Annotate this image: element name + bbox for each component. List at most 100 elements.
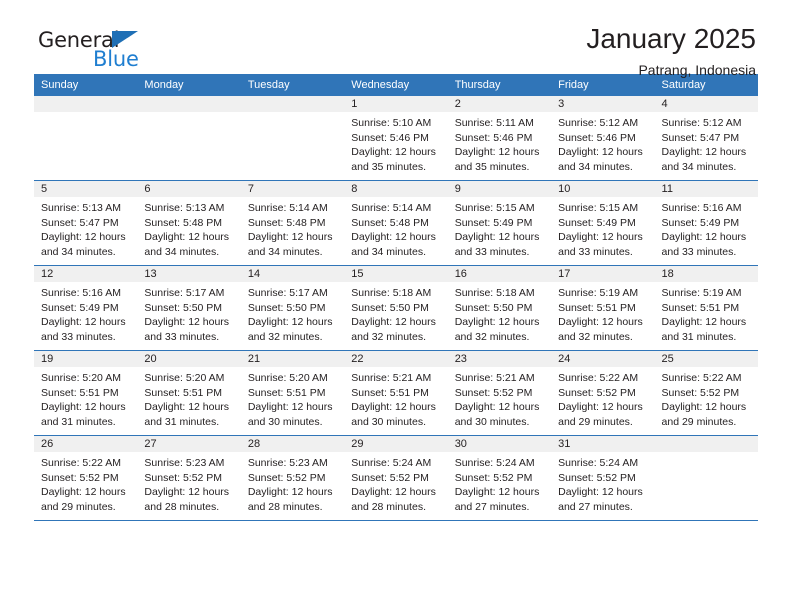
day-daylight-1-text: Daylight: 12 hours (41, 231, 126, 244)
day-sunset-text: Sunset: 5:52 PM (454, 386, 533, 399)
day-sunrise-text: Sunrise: 5:19 AM (558, 287, 639, 299)
calendar-day-cell[interactable]: 31 Sunrise: 5:24 AM Sunset: 5:52 PM Dayligh… (551, 435, 655, 520)
day-daylight-2-text: and 34 minutes. (247, 245, 323, 258)
calendar-day-cell[interactable]: 5 Sunrise: 5:13 AM Sunset: 5:47 PM Daylight… (34, 180, 138, 266)
day-sunrise-text: Sunrise: 5:17 AM (144, 287, 225, 299)
day-daylight-1-text: Daylight: 12 hours (558, 231, 643, 244)
day-daylight-2-text: and 30 minutes. (351, 415, 426, 428)
day-daylight-2-text: and 33 minutes. (454, 245, 530, 258)
day-sunset-text: Sunset: 5:52 PM (247, 471, 326, 484)
calendar-body: 1 Sunrise: 5:10 AM Sunset: 5:46 PM Daylight… (34, 96, 758, 520)
day-daylight-1-text: Daylight: 12 hours (454, 486, 540, 499)
day-daylight-1-text: Daylight: 12 hours (661, 231, 747, 244)
calendar-day-cell[interactable]: 10 Sunrise: 5:15 AM Sunset: 5:49 PM Dayligh… (551, 180, 655, 266)
day-daylight-2-text: and 27 minutes. (558, 500, 633, 513)
title-block: January 2025 Patrang, Indonesia (586, 22, 756, 80)
weekday-header-monday: Monday (137, 74, 241, 96)
calendar-day-cell[interactable]: 15 Sunrise: 5:18 AM Sunset: 5:50 PM Dayligh… (344, 265, 448, 351)
calendar-day-cell[interactable]: 7 Sunrise: 5:14 AM Sunset: 5:48 PM Daylight… (240, 180, 345, 266)
day-sunrise-text: Sunrise: 5:13 AM (144, 202, 225, 214)
day-sunrise-text: Sunrise: 5:23 AM (247, 457, 328, 469)
day-daylight-2-text: and 33 minutes. (558, 245, 633, 258)
calendar-day-cell[interactable]: 26 Sunrise: 5:22 AM Sunset: 5:52 PM Dayligh… (34, 435, 138, 520)
calendar-day-cell[interactable]: 2 Sunrise: 5:11 AM Sunset: 5:46 PM Daylight… (447, 96, 552, 181)
day-sunset-text: Sunset: 5:49 PM (41, 301, 119, 314)
day-number: 8 (344, 181, 448, 197)
day-sunset-text: Sunset: 5:46 PM (454, 131, 533, 144)
day-number: 7 (240, 181, 345, 197)
day-daylight-1-text: Daylight: 12 hours (144, 231, 230, 244)
page-header: General Blue January 2025 Patrang, Indon… (34, 0, 758, 78)
day-daylight-1-text: Daylight: 12 hours (454, 146, 540, 159)
calendar-day-cell[interactable]: 6 Sunrise: 5:13 AM Sunset: 5:48 PM Daylight… (137, 180, 241, 266)
day-number: 28 (240, 436, 345, 452)
day-daylight-2-text: and 31 minutes. (41, 415, 116, 428)
day-daylight-2-text: and 30 minutes. (247, 415, 323, 428)
day-daylight-2-text: and 32 minutes. (454, 330, 530, 343)
calendar-day-cell[interactable]: 22 Sunrise: 5:21 AM Sunset: 5:51 PM Dayligh… (344, 350, 448, 436)
calendar-day-cell[interactable]: 20 Sunrise: 5:20 AM Sunset: 5:51 PM Dayligh… (137, 350, 241, 436)
day-daylight-2-text: and 29 minutes. (41, 500, 116, 513)
day-details: Sunrise: 5:18 AM Sunset: 5:50 PM Daylight:… (344, 282, 447, 344)
day-details: Sunrise: 5:22 AM Sunset: 5:52 PM Daylight:… (551, 367, 654, 429)
day-sunset-text: Sunset: 5:51 PM (247, 386, 326, 399)
calendar-day-cell[interactable]: 27 Sunrise: 5:23 AM Sunset: 5:52 PM Dayligh… (137, 435, 241, 520)
calendar-week-row: 19 Sunrise: 5:20 AM Sunset: 5:51 PM Dayligh… (34, 350, 758, 436)
calendar-day-cell[interactable]: 24 Sunrise: 5:22 AM Sunset: 5:52 PM Dayligh… (551, 350, 655, 436)
calendar-day-cell[interactable]: 18 Sunrise: 5:19 AM Sunset: 5:51 PM Dayligh… (654, 265, 758, 351)
day-sunrise-text: Sunrise: 5:17 AM (247, 287, 328, 299)
day-sunset-text: Sunset: 5:52 PM (144, 471, 223, 484)
day-number: 16 (447, 266, 552, 282)
calendar-day-cell[interactable]: 23 Sunrise: 5:21 AM Sunset: 5:52 PM Dayligh… (447, 350, 552, 436)
day-sunset-text: Sunset: 5:50 PM (144, 301, 223, 314)
day-daylight-1-text: Daylight: 12 hours (351, 401, 436, 414)
weekday-header-wednesday: Wednesday (344, 74, 448, 96)
calendar-day-cell[interactable]: 17 Sunrise: 5:19 AM Sunset: 5:51 PM Dayligh… (551, 265, 655, 351)
day-sunrise-text: Sunrise: 5:15 AM (454, 202, 535, 214)
day-details: Sunrise: 5:10 AM Sunset: 5:46 PM Daylight:… (344, 112, 447, 174)
calendar-day-cell[interactable]: 11 Sunrise: 5:16 AM Sunset: 5:49 PM Dayligh… (654, 180, 758, 266)
day-details: Sunrise: 5:12 AM Sunset: 5:46 PM Daylight:… (551, 112, 654, 174)
day-daylight-2-text: and 34 minutes. (144, 245, 220, 258)
day-number: 10 (551, 181, 655, 197)
day-details: Sunrise: 5:20 AM Sunset: 5:51 PM Daylight:… (241, 367, 344, 429)
day-sunrise-text: Sunrise: 5:24 AM (351, 457, 432, 469)
day-sunrise-text: Sunrise: 5:11 AM (454, 117, 534, 129)
day-number: 31 (551, 436, 655, 452)
day-sunset-text: Sunset: 5:52 PM (558, 471, 636, 484)
calendar-day-cell[interactable]: 9 Sunrise: 5:15 AM Sunset: 5:49 PM Daylight… (447, 180, 552, 266)
calendar-day-cell[interactable]: 25 Sunrise: 5:22 AM Sunset: 5:52 PM Dayligh… (654, 350, 758, 436)
day-details: Sunrise: 5:22 AM Sunset: 5:52 PM Daylight:… (34, 452, 137, 514)
day-sunrise-text: Sunrise: 5:16 AM (41, 287, 121, 299)
day-daylight-2-text: and 28 minutes. (351, 500, 426, 513)
calendar-day-cell[interactable]: 21 Sunrise: 5:20 AM Sunset: 5:51 PM Dayligh… (240, 350, 345, 436)
calendar-day-cell[interactable]: 12 Sunrise: 5:16 AM Sunset: 5:49 PM Dayligh… (34, 265, 138, 351)
calendar-day-cell[interactable]: 14 Sunrise: 5:17 AM Sunset: 5:50 PM Dayligh… (240, 265, 345, 351)
day-daylight-1-text: Daylight: 12 hours (661, 316, 747, 329)
day-sunrise-text: Sunrise: 5:15 AM (558, 202, 639, 214)
generalblue-logo[interactable]: General Blue (38, 28, 238, 76)
calendar-day-cell[interactable]: 29 Sunrise: 5:24 AM Sunset: 5:52 PM Dayligh… (344, 435, 448, 520)
day-sunset-text: Sunset: 5:49 PM (661, 216, 740, 229)
calendar-day-cell[interactable]: 3 Sunrise: 5:12 AM Sunset: 5:46 PM Daylight… (551, 96, 655, 181)
day-sunset-text: Sunset: 5:50 PM (247, 301, 326, 314)
calendar-week-row: 1 Sunrise: 5:10 AM Sunset: 5:46 PM Daylight… (34, 96, 758, 181)
calendar-day-cell[interactable]: 19 Sunrise: 5:20 AM Sunset: 5:51 PM Dayligh… (34, 350, 138, 436)
day-details: Sunrise: 5:19 AM Sunset: 5:51 PM Daylight:… (655, 282, 758, 344)
day-details: Sunrise: 5:20 AM Sunset: 5:51 PM Daylight:… (137, 367, 240, 429)
day-number: 21 (240, 351, 345, 367)
day-details: Sunrise: 5:14 AM Sunset: 5:48 PM Daylight:… (344, 197, 447, 259)
calendar-day-cell[interactable]: 30 Sunrise: 5:24 AM Sunset: 5:52 PM Dayligh… (447, 435, 552, 520)
calendar-day-cell[interactable]: 28 Sunrise: 5:23 AM Sunset: 5:52 PM Dayligh… (240, 435, 345, 520)
day-details: Sunrise: 5:24 AM Sunset: 5:52 PM Daylight:… (551, 452, 654, 514)
calendar-day-cell[interactable]: 8 Sunrise: 5:14 AM Sunset: 5:48 PM Daylight… (344, 180, 448, 266)
calendar-day-cell[interactable]: 16 Sunrise: 5:18 AM Sunset: 5:50 PM Dayligh… (447, 265, 552, 351)
day-details: Sunrise: 5:21 AM Sunset: 5:52 PM Daylight:… (448, 367, 551, 429)
day-sunset-text: Sunset: 5:50 PM (351, 301, 429, 314)
day-sunrise-text: Sunrise: 5:18 AM (454, 287, 535, 299)
calendar-day-cell[interactable]: 1 Sunrise: 5:10 AM Sunset: 5:46 PM Daylight… (344, 96, 448, 181)
calendar-day-cell[interactable]: 4 Sunrise: 5:12 AM Sunset: 5:47 PM Daylight… (654, 96, 758, 181)
day-daylight-2-text: and 30 minutes. (454, 415, 530, 428)
calendar-week-row: 5 Sunrise: 5:13 AM Sunset: 5:47 PM Daylight… (34, 180, 758, 266)
calendar-day-cell[interactable]: 13 Sunrise: 5:17 AM Sunset: 5:50 PM Dayligh… (137, 265, 241, 351)
